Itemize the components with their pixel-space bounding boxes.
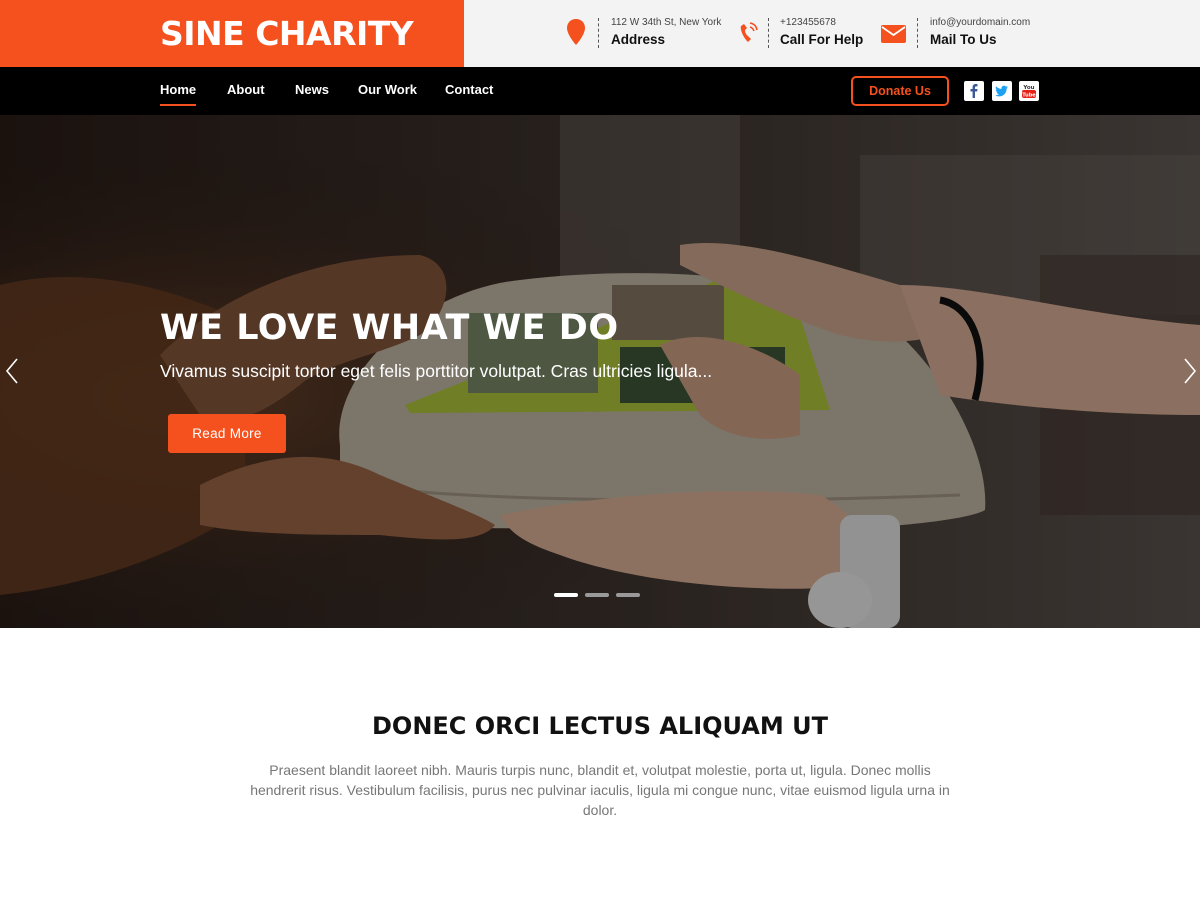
section-text: Praesent blandit laoreet nibh. Mauris tu… bbox=[250, 762, 950, 818]
hero-slider: WE LOVE WHAT WE DO Vivamus suscipit tort… bbox=[0, 115, 1200, 628]
nav-item-about[interactable]: About bbox=[227, 82, 265, 97]
phone-label: Call For Help bbox=[780, 32, 864, 47]
contact-divider bbox=[598, 18, 599, 48]
facebook-icon[interactable] bbox=[964, 81, 984, 101]
nav-item-home[interactable]: Home bbox=[160, 82, 197, 106]
hero-title: WE LOVE WHAT WE DO bbox=[160, 308, 619, 348]
phone-icon bbox=[736, 18, 764, 48]
address-label: Address bbox=[611, 32, 666, 47]
main-nav: Home About News Our Work Contact Donate … bbox=[0, 67, 1200, 115]
svg-text:Tube: Tube bbox=[1022, 93, 1036, 99]
nav-item-news[interactable]: News bbox=[295, 82, 329, 97]
svg-text:You: You bbox=[1022, 85, 1034, 91]
mail-label: Mail To Us bbox=[930, 32, 997, 47]
brand-block: SINE CHARITY bbox=[0, 0, 464, 67]
envelope-icon bbox=[880, 18, 908, 48]
site-logo[interactable]: SINE CHARITY bbox=[160, 14, 414, 53]
slider-dot-2[interactable] bbox=[585, 593, 609, 597]
read-more-button[interactable]: Read More bbox=[168, 414, 286, 453]
address-text: 112 W 34th St, New York bbox=[611, 17, 722, 28]
slider-dot-3[interactable] bbox=[616, 593, 640, 597]
donate-button[interactable]: Donate Us bbox=[851, 76, 949, 106]
nav-item-our-work[interactable]: Our Work bbox=[358, 82, 417, 97]
mail-text: info@yourdomain.com bbox=[930, 17, 1031, 28]
section-title: DONEC ORCI LECTUS ALIQUAM UT bbox=[372, 712, 828, 740]
twitter-icon[interactable] bbox=[992, 81, 1012, 101]
slider-dot-1[interactable] bbox=[554, 593, 578, 597]
nav-item-contact[interactable]: Contact bbox=[445, 82, 493, 97]
hero-subtitle: Vivamus suscipit tortor eget felis portt… bbox=[160, 361, 713, 381]
top-header: SINE CHARITY 112 W 34th St, New York Add… bbox=[0, 0, 1200, 67]
map-pin-icon bbox=[566, 18, 594, 48]
chevron-right-icon[interactable] bbox=[1178, 355, 1200, 387]
youtube-icon[interactable]: Tube You bbox=[1019, 81, 1039, 101]
chevron-left-icon[interactable] bbox=[2, 355, 24, 387]
contact-divider bbox=[768, 18, 769, 48]
phone-text: +123455678 bbox=[780, 17, 836, 28]
contact-divider bbox=[917, 18, 918, 48]
